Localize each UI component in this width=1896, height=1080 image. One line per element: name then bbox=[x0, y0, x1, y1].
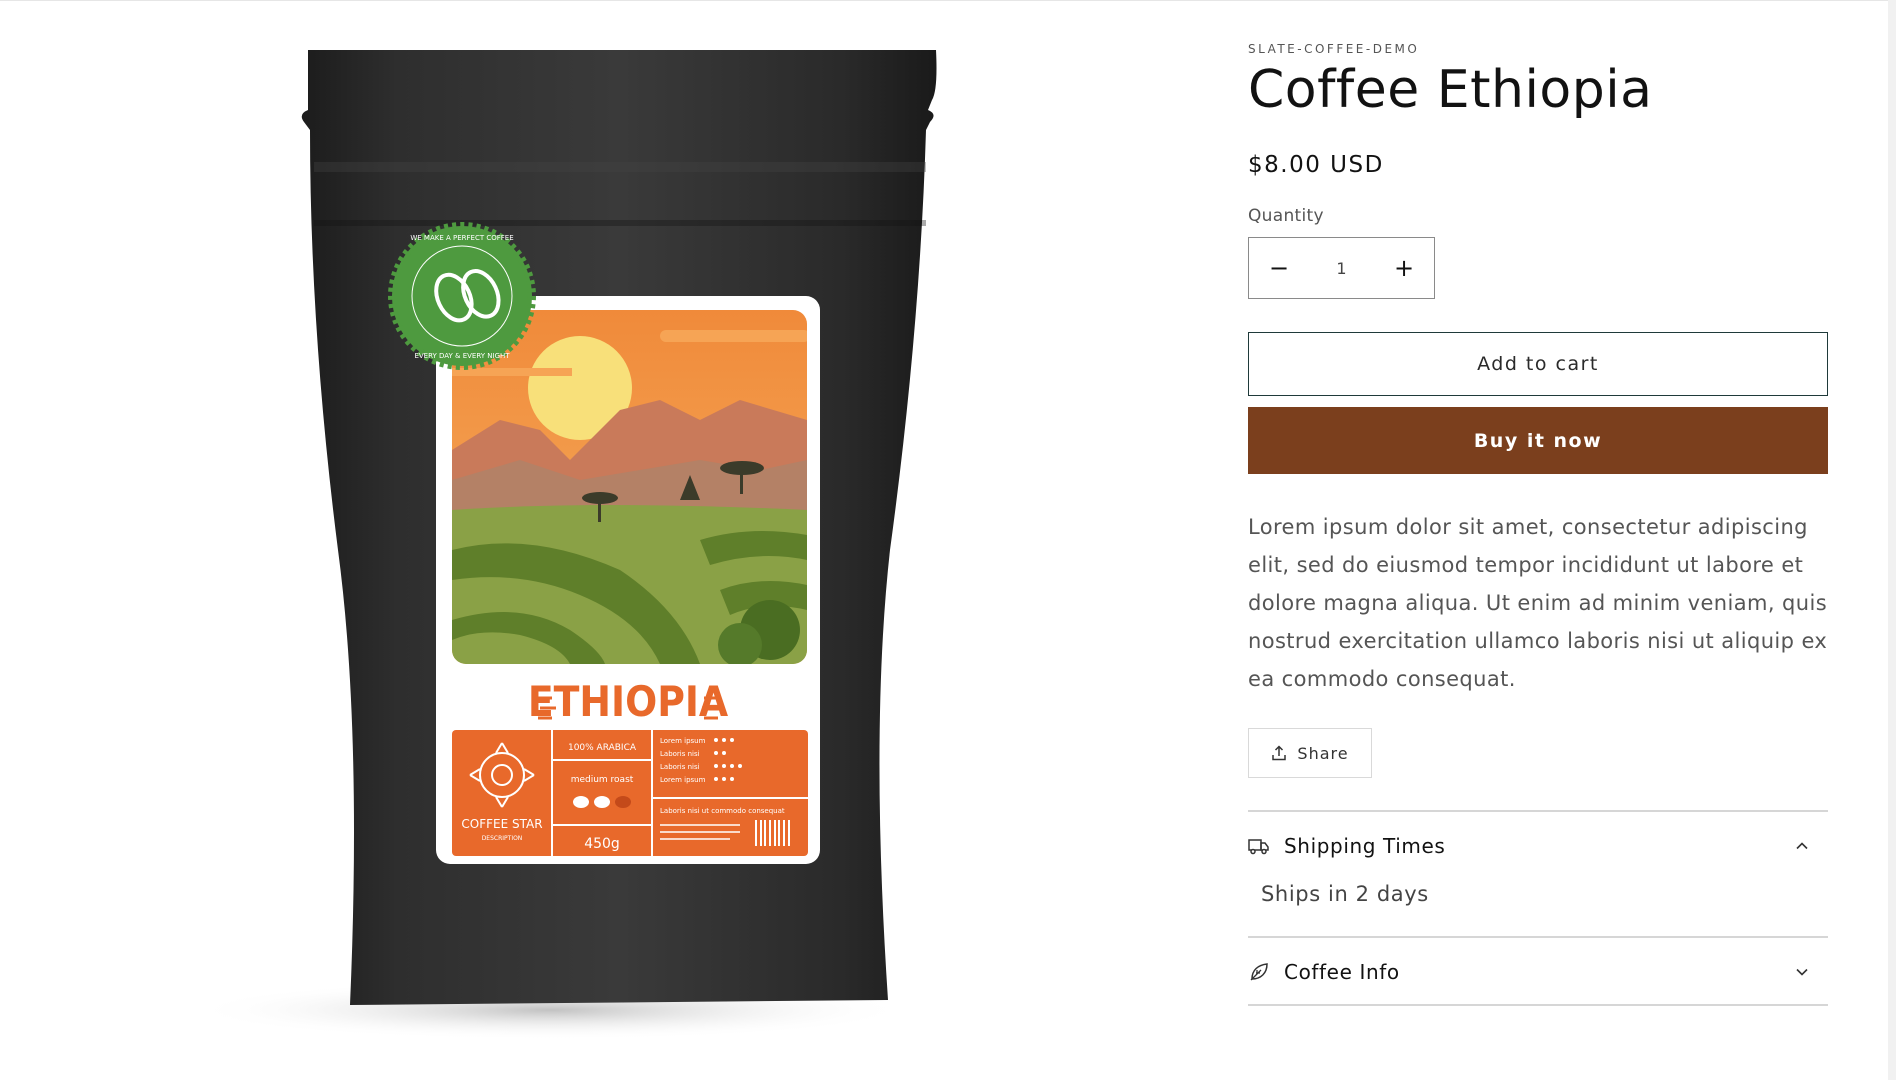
svg-text:DESCRIPTION: DESCRIPTION bbox=[482, 835, 523, 842]
quantity-input[interactable] bbox=[1309, 257, 1374, 279]
accordion-divider bbox=[1248, 810, 1828, 812]
product-title: Coffee Ethiopia bbox=[1248, 60, 1653, 120]
svg-text:450g: 450g bbox=[584, 836, 620, 852]
chevron-down-icon bbox=[1796, 968, 1808, 976]
svg-text:Laboris nisi: Laboris nisi bbox=[660, 763, 700, 771]
top-border bbox=[0, 0, 1896, 1]
chevron-up-icon bbox=[1796, 842, 1808, 850]
svg-text:medium roast: medium roast bbox=[571, 775, 634, 785]
accordion-coffee-info[interactable]: Coffee Info bbox=[1248, 952, 1828, 992]
svg-text:Lorem ipsum: Lorem ipsum bbox=[660, 737, 706, 745]
quantity-label: Quantity bbox=[1248, 206, 1324, 226]
share-label: Share bbox=[1297, 743, 1349, 763]
product-vendor: SLATE-COFFEE-DEMO bbox=[1248, 42, 1420, 56]
add-to-cart-button[interactable]: Add to cart bbox=[1248, 332, 1828, 396]
svg-text:Laboris nisi ut commodo conseq: Laboris nisi ut commodo consequat bbox=[660, 807, 785, 815]
accordion-label: Coffee Info bbox=[1284, 960, 1400, 984]
svg-text:100% ARABICA: 100% ARABICA bbox=[568, 743, 637, 753]
quantity-increase-button[interactable]: + bbox=[1374, 238, 1434, 298]
truck-icon bbox=[1248, 835, 1270, 857]
leaf-icon bbox=[1248, 961, 1270, 983]
share-button[interactable]: Share bbox=[1248, 728, 1372, 778]
accordion-content: Ships in 2 days bbox=[1261, 882, 1429, 906]
badge-icon: WE MAKE A PERFECT COFFEE EVERY DAY & EVE… bbox=[388, 222, 536, 370]
accordion-shipping-times[interactable]: Shipping Times bbox=[1248, 826, 1828, 866]
share-icon bbox=[1272, 745, 1287, 761]
product-image[interactable]: ETHIOPIA COFFEE STAR DESCRIPTION 100% AR… bbox=[100, 30, 1050, 1050]
accordion-divider bbox=[1248, 936, 1828, 938]
svg-text:COFFEE STAR: COFFEE STAR bbox=[461, 817, 542, 831]
origin-text: ETHIOPIA bbox=[528, 677, 729, 726]
accordion-label: Shipping Times bbox=[1284, 834, 1446, 858]
product-description: Lorem ipsum dolor sit amet, consectetur … bbox=[1248, 515, 1828, 691]
svg-text:EVERY DAY & EVERY NIGHT: EVERY DAY & EVERY NIGHT bbox=[414, 352, 510, 360]
page-scrollbar[interactable] bbox=[1888, 0, 1896, 1080]
svg-text:Lorem ipsum: Lorem ipsum bbox=[660, 776, 706, 784]
svg-text:Laboris nisi: Laboris nisi bbox=[660, 750, 700, 758]
product-price: $8.00 USD bbox=[1248, 152, 1384, 178]
svg-text:WE MAKE A PERFECT COFFEE: WE MAKE A PERFECT COFFEE bbox=[410, 234, 513, 242]
accordion-divider bbox=[1248, 1004, 1828, 1006]
quantity-stepper: − + bbox=[1248, 237, 1435, 299]
quantity-decrease-button[interactable]: − bbox=[1249, 238, 1309, 298]
buy-now-button[interactable]: Buy it now bbox=[1248, 407, 1828, 474]
coffee-bag-illustration: ETHIOPIA COFFEE STAR DESCRIPTION 100% AR… bbox=[190, 50, 937, 1040]
